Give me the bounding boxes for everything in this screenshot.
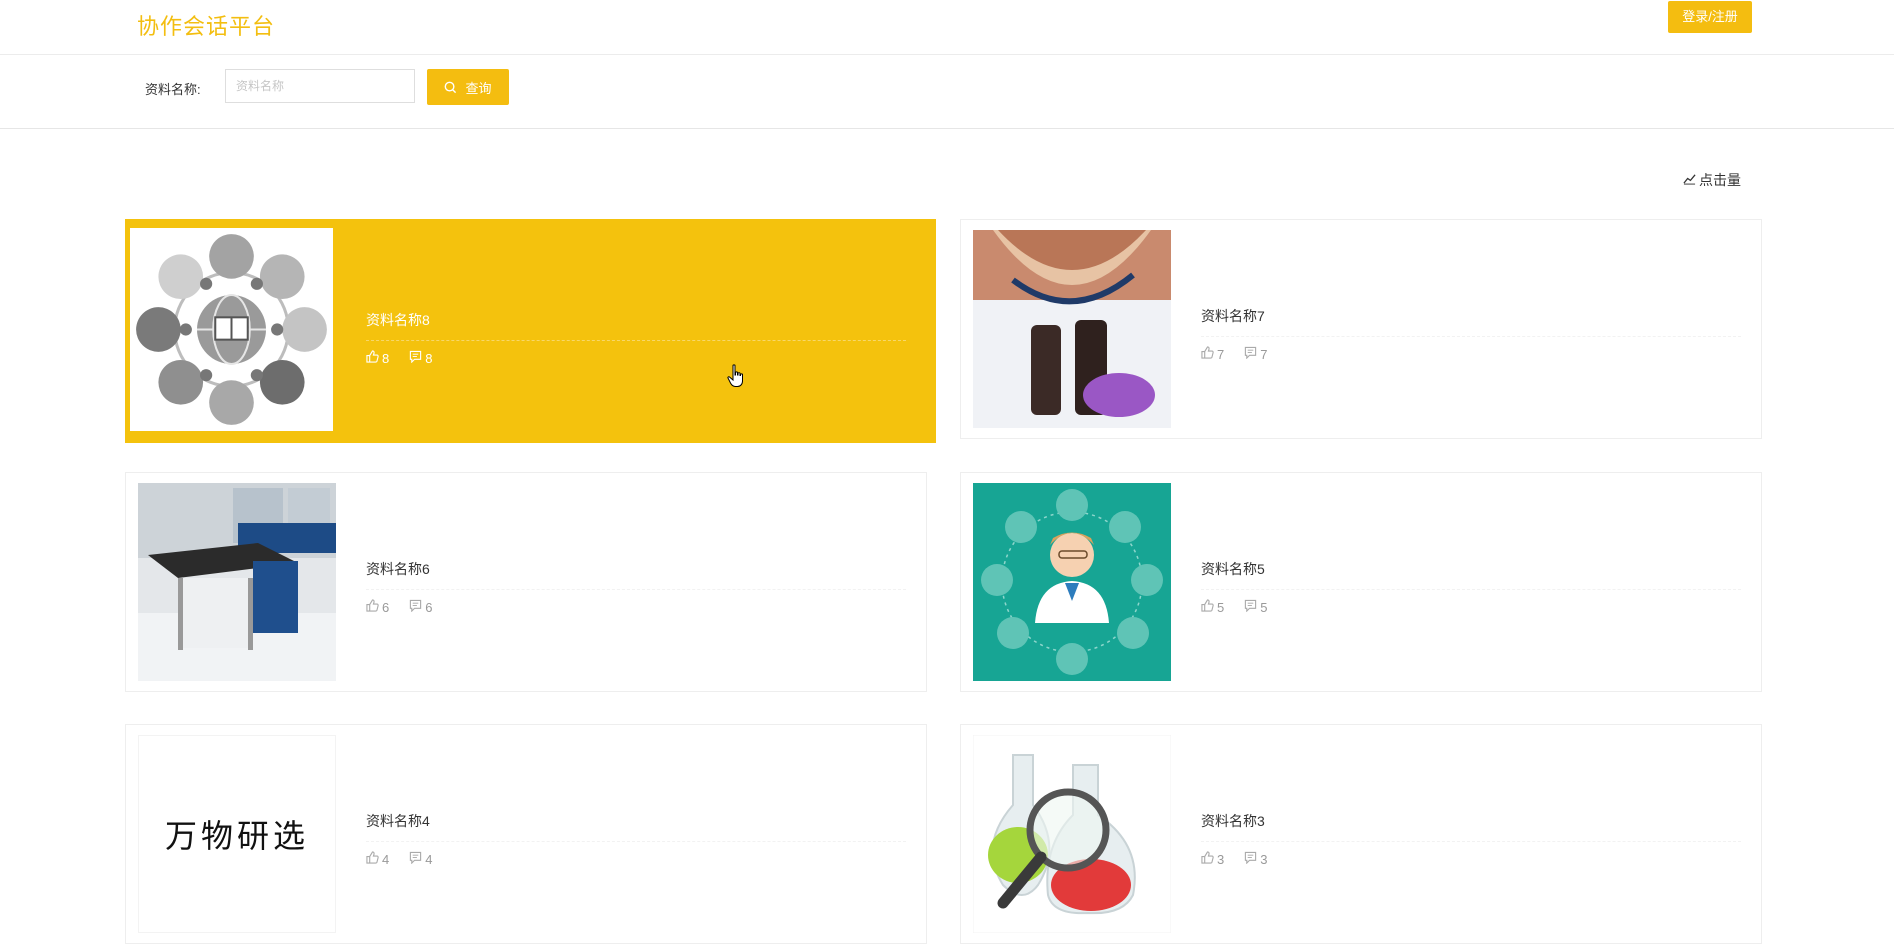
resource-card[interactable]: 资料名称7 7 7: [960, 219, 1762, 439]
resource-card[interactable]: 资料名称5 5 5: [960, 472, 1762, 692]
comment-icon: [409, 350, 422, 366]
resource-stats: 8 8: [366, 350, 906, 366]
search-icon: [444, 81, 457, 94]
comment-count: 4: [425, 851, 433, 867]
resource-title[interactable]: 资料名称5: [1201, 559, 1741, 590]
like-count: 3: [1217, 851, 1225, 867]
thumbs-up-icon: [1201, 599, 1214, 615]
resource-info: 资料名称8 8 8: [366, 310, 906, 366]
comment-icon: [409, 851, 422, 867]
resource-info: 资料名称6 6 6: [366, 559, 906, 615]
comment-stat[interactable]: 7: [1244, 346, 1267, 362]
comment-stat[interactable]: 4: [409, 851, 432, 867]
resource-stats: 3 3: [1201, 851, 1741, 867]
like-count: 5: [1217, 599, 1225, 615]
search-button-label: 查询: [465, 80, 492, 96]
resource-stats: 5 5: [1201, 599, 1741, 615]
like-count: 7: [1217, 346, 1225, 362]
resource-info: 资料名称4 4 4: [366, 811, 906, 867]
resource-thumbnail[interactable]: [130, 228, 333, 431]
comment-icon: [1244, 599, 1257, 615]
resource-title[interactable]: 资料名称8: [366, 310, 906, 341]
chart-icon: [1683, 172, 1696, 188]
resource-title[interactable]: 资料名称4: [366, 811, 906, 842]
sort-by-clicks[interactable]: 点击量: [1683, 170, 1741, 190]
comment-icon: [1244, 851, 1257, 867]
search-button[interactable]: 查询: [427, 69, 509, 105]
resource-info: 资料名称3 3 3: [1201, 811, 1741, 867]
search-label: 资料名称:: [145, 82, 201, 97]
site-brand[interactable]: 协作会话平台: [137, 9, 275, 41]
like-count: 6: [382, 599, 390, 615]
sort-label: 点击量: [1699, 172, 1741, 188]
hand-cursor-icon: [727, 364, 745, 393]
search-input[interactable]: [225, 69, 415, 103]
comment-stat[interactable]: 6: [409, 599, 432, 615]
like-stat[interactable]: 6: [366, 599, 389, 615]
comment-icon: [1244, 346, 1257, 362]
resource-stats: 4 4: [366, 851, 906, 867]
like-count: 4: [382, 851, 390, 867]
resource-thumbnail[interactable]: [973, 483, 1171, 681]
like-stat[interactable]: 7: [1201, 346, 1224, 362]
resource-title[interactable]: 资料名称6: [366, 559, 906, 590]
comment-count: 8: [425, 350, 433, 366]
thumbnail-text: 万物研选: [164, 817, 309, 855]
search-bar: 资料名称: 查询: [0, 55, 1894, 129]
comment-stat[interactable]: 8: [409, 350, 432, 366]
resource-stats: 7 7: [1201, 346, 1741, 362]
login-register-button[interactable]: 登录/注册: [1668, 1, 1752, 33]
resource-stats: 6 6: [366, 599, 906, 615]
thumbs-up-icon: [366, 599, 379, 615]
resource-info: 资料名称5 5 5: [1201, 559, 1741, 615]
resource-thumbnail[interactable]: [973, 735, 1171, 933]
resource-title[interactable]: 资料名称7: [1201, 306, 1741, 337]
thumbs-up-icon: [1201, 851, 1214, 867]
resource-card[interactable]: 万物研选 资料名称4 4 4: [125, 724, 927, 944]
thumbs-up-icon: [366, 851, 379, 867]
comment-count: 3: [1260, 851, 1268, 867]
thumbs-up-icon: [1201, 346, 1214, 362]
like-count: 8: [382, 350, 390, 366]
resource-card[interactable]: 资料名称6 6 6: [125, 472, 927, 692]
top-header: 协作会话平台 登录/注册: [0, 0, 1894, 55]
resource-thumbnail[interactable]: [973, 230, 1171, 428]
resource-info: 资料名称7 7 7: [1201, 306, 1741, 362]
resource-card[interactable]: 资料名称8 8 8: [125, 219, 936, 443]
comment-count: 7: [1260, 346, 1268, 362]
like-stat[interactable]: 5: [1201, 599, 1224, 615]
comment-icon: [409, 599, 422, 615]
resource-card[interactable]: 资料名称3 3 3: [960, 724, 1762, 944]
like-stat[interactable]: 3: [1201, 851, 1224, 867]
thumbs-up-icon: [366, 350, 379, 366]
resource-thumbnail[interactable]: 万物研选: [138, 735, 336, 933]
comment-stat[interactable]: 5: [1244, 599, 1267, 615]
comment-count: 5: [1260, 599, 1268, 615]
resource-title[interactable]: 资料名称3: [1201, 811, 1741, 842]
like-stat[interactable]: 8: [366, 350, 389, 366]
resource-thumbnail[interactable]: [138, 483, 336, 681]
comment-stat[interactable]: 3: [1244, 851, 1267, 867]
like-stat[interactable]: 4: [366, 851, 389, 867]
comment-count: 6: [425, 599, 433, 615]
